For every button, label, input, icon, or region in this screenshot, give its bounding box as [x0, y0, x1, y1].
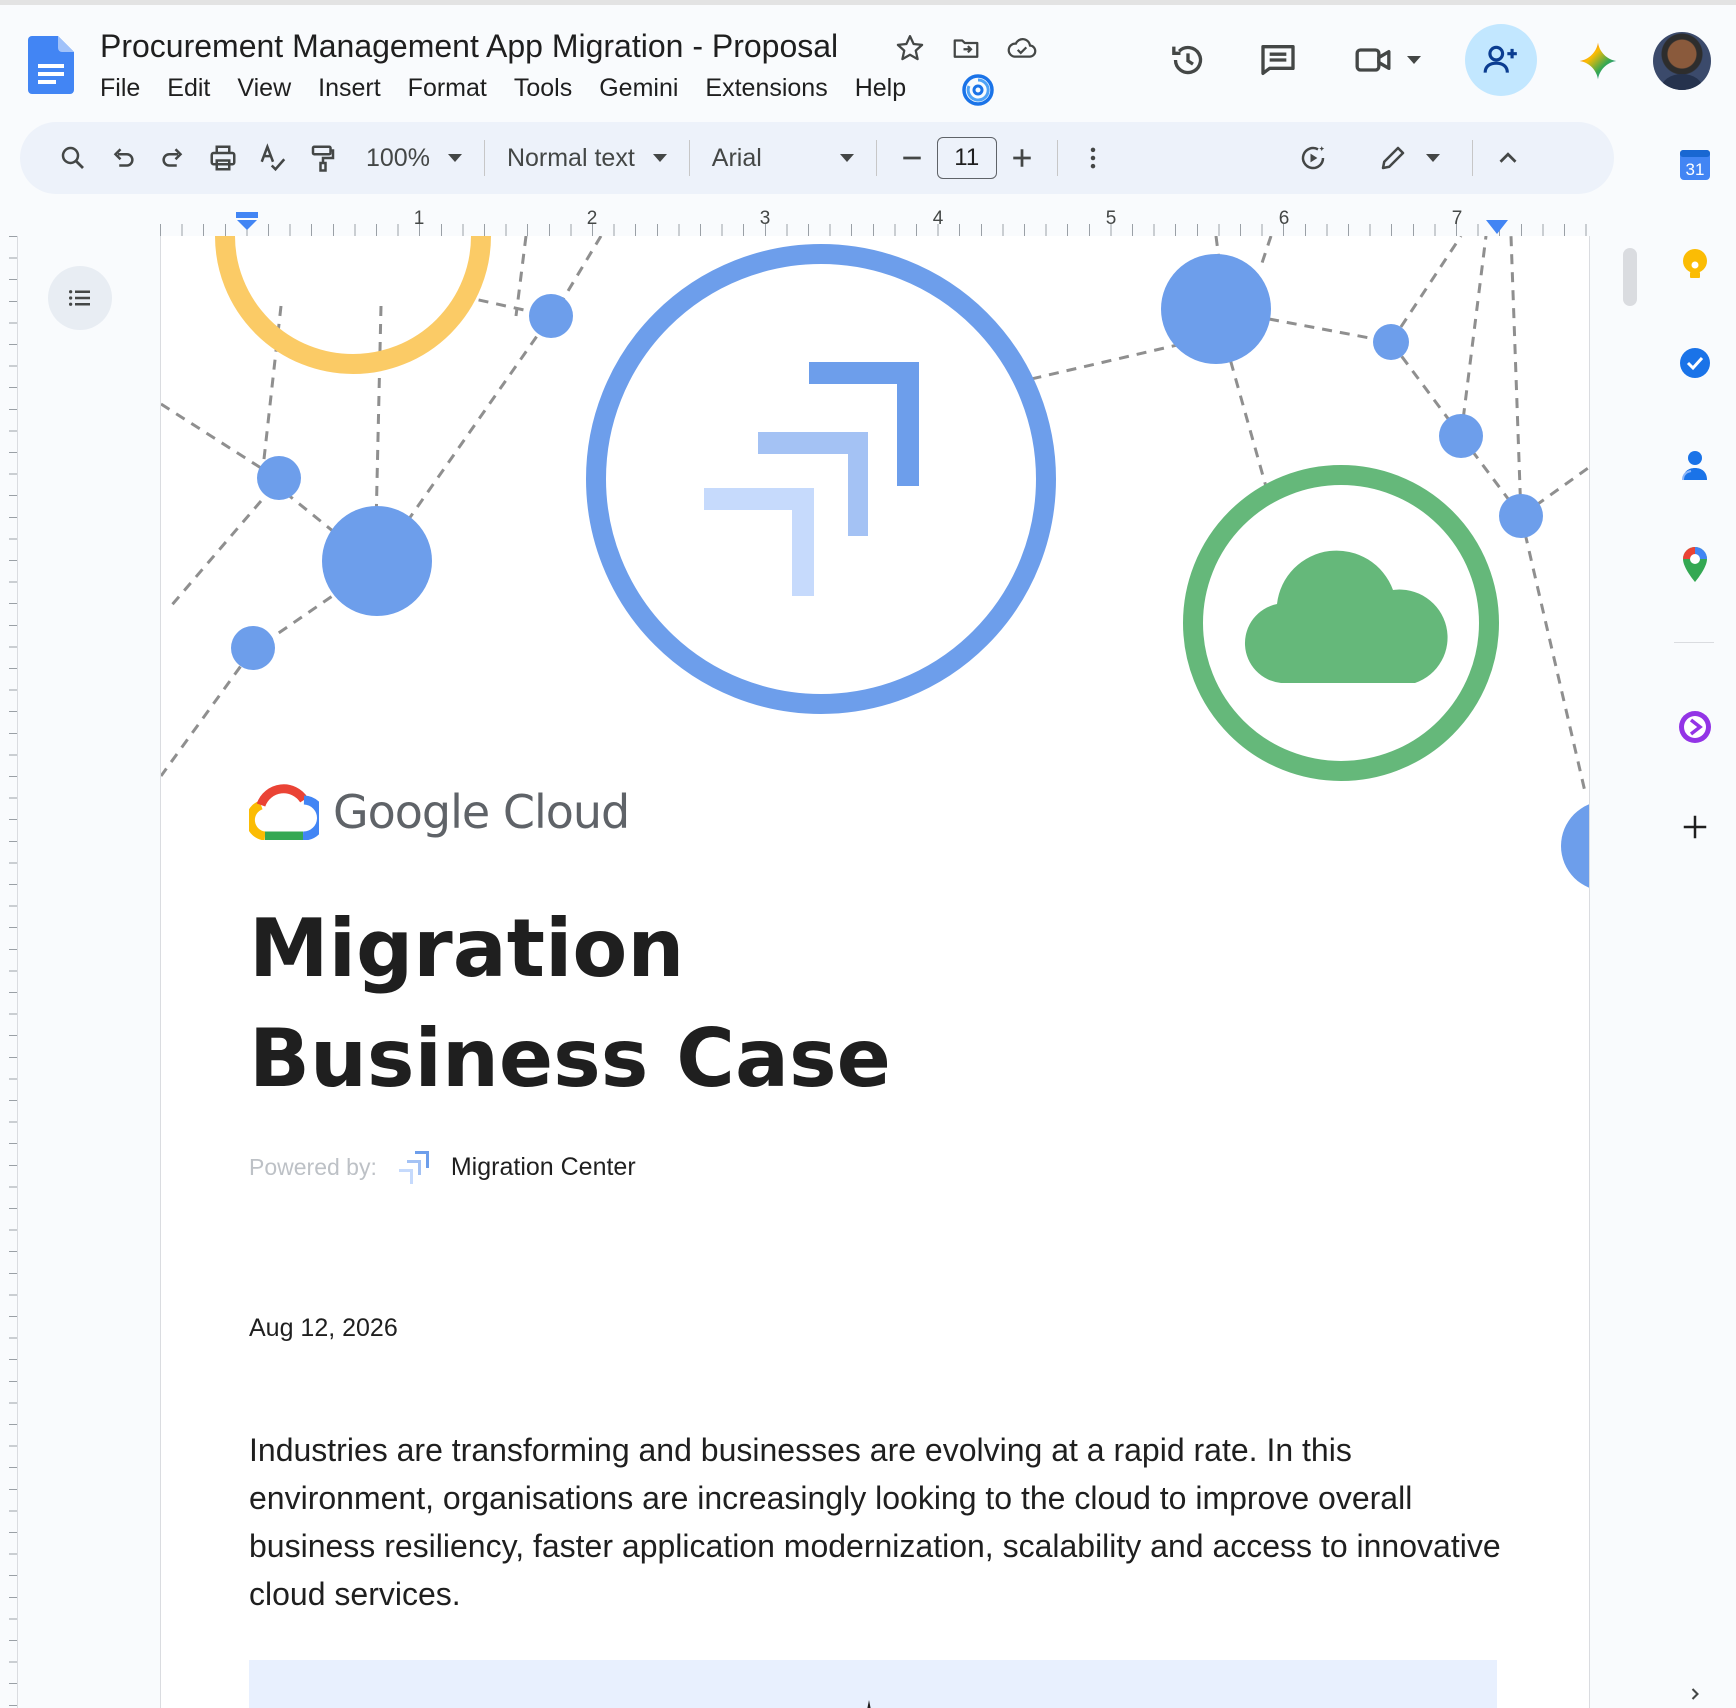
google-cloud-logo: Google Cloud [249, 784, 630, 840]
powered-by: Powered by: Migration Center [249, 1148, 636, 1186]
ruler-number: 1 [413, 208, 425, 229]
paint-format-icon[interactable] [298, 134, 348, 182]
horizontal-ruler[interactable]: 1 2 3 4 5 6 7 [160, 204, 1590, 236]
heading-line: Migration [249, 902, 685, 995]
divider [688, 140, 690, 176]
ruler-number: 4 [932, 208, 944, 229]
search-menus-icon[interactable] [48, 134, 98, 182]
chevron-down-icon [839, 154, 854, 162]
scrollbar-thumb[interactable] [1623, 248, 1637, 306]
gemini-swirl-icon[interactable] [960, 72, 996, 108]
menu-bar: File Edit View Insert Format Tools Gemin… [100, 72, 933, 105]
gemini-icon[interactable] [1575, 38, 1621, 84]
contacts-icon[interactable] [1670, 440, 1720, 490]
font-size-input[interactable]: 11 [936, 137, 997, 179]
ruler-ticks [160, 224, 1590, 236]
zoom-value: 100% [366, 143, 430, 172]
meet-icon[interactable] [1342, 32, 1432, 88]
top-border [0, 0, 1736, 5]
keep-icon[interactable] [1670, 240, 1720, 290]
add-icon[interactable] [1670, 802, 1720, 852]
chevron-down-icon [1425, 154, 1440, 162]
share-button[interactable] [1465, 24, 1537, 96]
menu-tools[interactable]: Tools [514, 72, 572, 105]
list-icon [69, 290, 90, 306]
menu-gemini[interactable]: Gemini [599, 72, 678, 105]
divider [1674, 642, 1714, 643]
brand-name: Google Cloud [333, 785, 630, 839]
add-person-icon [1483, 45, 1517, 73]
undo-icon[interactable] [98, 134, 148, 182]
chevron-down-icon [652, 154, 667, 162]
style-value: Normal text [506, 143, 635, 172]
document-heading: Migration Business Case [249, 894, 891, 1114]
menu-extensions[interactable]: Extensions [705, 72, 827, 105]
print-icon[interactable] [198, 134, 248, 182]
cloud-saved-icon[interactable] [1004, 30, 1040, 66]
redo-icon[interactable] [148, 134, 198, 182]
powered-name: Migration Center [450, 1152, 636, 1181]
addon-icon[interactable] [1670, 702, 1720, 752]
chevron-down-icon [1407, 56, 1421, 64]
ruler-number: 7 [1451, 208, 1463, 229]
callout-box [249, 1660, 1497, 1708]
heading-line: Business Case [249, 1012, 891, 1105]
spellcheck-icon[interactable] [248, 134, 298, 182]
menu-insert[interactable]: Insert [318, 72, 381, 105]
menu-view[interactable]: View [237, 72, 291, 105]
font-value: Arial [711, 143, 762, 172]
document-page[interactable]: Google Cloud Migration Business Case Pow… [160, 236, 1590, 1708]
editing-mode-select[interactable] [1366, 143, 1452, 173]
divider [1471, 140, 1473, 176]
present-icon[interactable] [1288, 134, 1338, 182]
sparkle-icon [867, 1700, 871, 1708]
calendar-day: 31 [1686, 160, 1705, 179]
docs-logo-icon[interactable] [28, 36, 74, 94]
intro-paragraph: Industries are transforming and business… [249, 1432, 1501, 1612]
ruler-number: 3 [759, 208, 771, 229]
toolbar: 100% Normal text Arial 11 [20, 122, 1614, 194]
left-indent-marker[interactable] [236, 212, 258, 230]
document-outline-button[interactable] [48, 266, 112, 330]
divider [875, 140, 877, 176]
font-select[interactable]: Arial [700, 144, 866, 173]
google-cloud-icon [249, 784, 319, 840]
calendar-icon[interactable]: 31 [1670, 140, 1720, 190]
ruler-number: 6 [1278, 208, 1290, 229]
chevron-down-icon [447, 154, 462, 162]
vertical-ruler[interactable] [0, 236, 18, 1708]
ruler-number: 5 [1105, 208, 1117, 229]
maps-icon[interactable] [1670, 540, 1720, 590]
right-indent-marker[interactable] [1486, 220, 1508, 234]
document-title[interactable]: Procurement Management App Migration - P… [100, 28, 838, 65]
divider [1056, 140, 1058, 176]
menu-help[interactable]: Help [855, 72, 906, 105]
chevron-right-icon[interactable] [1685, 1684, 1705, 1704]
version-history-icon[interactable] [1160, 32, 1216, 88]
chevron-up-icon[interactable] [1483, 134, 1533, 182]
comments-icon[interactable] [1250, 32, 1306, 88]
decrease-font-size-icon[interactable] [887, 134, 937, 182]
style-select[interactable]: Normal text [495, 144, 679, 173]
document-date: Aug 12, 2026 [249, 1314, 398, 1342]
avatar[interactable] [1653, 32, 1711, 90]
menu-edit[interactable]: Edit [167, 72, 210, 105]
zoom-select[interactable]: 100% [354, 144, 474, 173]
move-folder-icon[interactable] [948, 30, 984, 66]
pencil-icon [1381, 146, 1405, 170]
increase-font-size-icon[interactable] [997, 134, 1047, 182]
divider [483, 140, 485, 176]
ruler-number: 2 [586, 208, 598, 229]
star-icon[interactable] [892, 30, 928, 66]
menu-file[interactable]: File [100, 72, 140, 105]
more-options-icon[interactable] [1068, 134, 1118, 182]
powered-label: Powered by: [249, 1153, 377, 1180]
menu-format[interactable]: Format [408, 72, 487, 105]
tasks-icon[interactable] [1670, 338, 1720, 388]
migration-center-icon [398, 1151, 429, 1184]
